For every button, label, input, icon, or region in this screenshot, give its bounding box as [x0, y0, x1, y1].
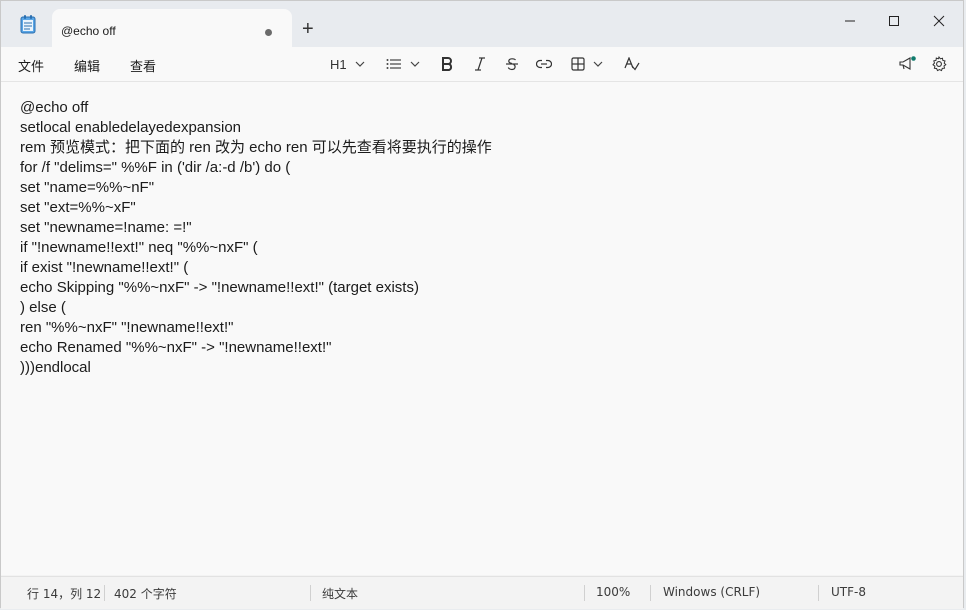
editor-content[interactable]: @echo off setlocal enabledelayedexpansio… — [20, 98, 492, 378]
minimize-button[interactable] — [827, 9, 873, 33]
chevron-down-icon — [410, 61, 420, 67]
editor-line: if "!newname!!ext!" neq "%%~nxF" ( — [20, 239, 258, 256]
gear-icon — [932, 56, 947, 72]
table-icon — [571, 57, 585, 71]
close-icon — [933, 15, 945, 27]
cursor-position: 行 14，列 12 — [27, 587, 102, 601]
tab-title: @echo off — [61, 24, 116, 38]
list-icon — [386, 59, 401, 69]
minimize-icon — [845, 20, 855, 22]
editor-line: )))endlocal — [20, 359, 91, 376]
notepad-window: @echo off + 文件 编辑 查看 H1 @echo off setloc… — [0, 0, 964, 609]
document-tab[interactable]: @echo off — [52, 9, 292, 47]
menu-view[interactable]: 查看 — [130, 56, 156, 75]
notepad-app-icon — [19, 14, 37, 34]
status-divider — [584, 585, 585, 601]
editor-line: ren "%%~nxF" "!newname!!ext!" — [20, 319, 234, 336]
text-editor[interactable]: @echo off setlocal enabledelayedexpansio… — [1, 82, 963, 575]
link-button[interactable] — [536, 53, 552, 75]
status-divider — [104, 585, 105, 601]
table-dropdown[interactable] — [571, 53, 603, 75]
link-icon — [536, 59, 552, 69]
maximize-icon — [889, 16, 899, 26]
editor-line: echo Renamed "%%~nxF" -> "!newname!!ext!… — [20, 339, 332, 356]
list-dropdown[interactable] — [386, 53, 420, 75]
status-divider — [818, 585, 819, 601]
new-tab-button[interactable]: + — [302, 19, 314, 39]
menu-toolbar: 文件 编辑 查看 H1 — [1, 47, 963, 82]
editor-line: set "newname=!name: =!" — [20, 219, 192, 236]
settings-button[interactable] — [931, 53, 947, 75]
megaphone-icon — [899, 56, 916, 70]
status-bar: 行 14，列 12 402 个字符 纯文本 100% Windows (CRLF… — [1, 576, 963, 609]
bold-button[interactable] — [441, 53, 453, 75]
unsaved-indicator-icon[interactable] — [265, 29, 272, 36]
spellcheck-button[interactable] — [624, 53, 640, 75]
zoom-level[interactable]: 100% — [596, 585, 630, 599]
editor-line: set "ext=%%~xF" — [20, 199, 136, 216]
editor-line: ) else ( — [20, 299, 66, 316]
line-ending[interactable]: Windows (CRLF) — [663, 585, 760, 599]
editor-line: for /f "delims=" %%F in ('dir /a:-d /b')… — [20, 159, 291, 176]
bold-icon — [442, 57, 453, 71]
menu-edit[interactable]: 编辑 — [74, 56, 100, 75]
title-bar[interactable]: @echo off + — [1, 1, 963, 47]
spellcheck-icon — [624, 57, 640, 71]
strikethrough-button[interactable] — [505, 53, 519, 75]
strikethrough-icon — [506, 58, 518, 71]
editor-line: rem 预览模式：把下面的 ren 改为 echo ren 可以先查看将要执行的… — [20, 139, 492, 156]
maximize-button[interactable] — [871, 9, 917, 33]
chevron-down-icon — [593, 61, 603, 67]
chevron-down-icon — [355, 61, 365, 67]
heading-dropdown[interactable]: H1 — [330, 53, 365, 75]
heading-label: H1 — [330, 56, 347, 72]
editor-line: @echo off — [20, 99, 89, 116]
character-count: 402 个字符 — [114, 587, 177, 601]
encoding[interactable]: UTF-8 — [831, 585, 866, 599]
close-button[interactable] — [916, 9, 962, 33]
editor-line: echo Skipping "%%~nxF" -> "!newname!!ext… — [20, 279, 419, 296]
editor-line: setlocal enabledelayedexpansion — [20, 119, 242, 136]
italic-button[interactable] — [474, 53, 486, 75]
status-divider — [310, 585, 311, 601]
italic-icon — [475, 57, 485, 71]
editor-line: if exist "!newname!!ext!" ( — [20, 259, 189, 276]
menu-file[interactable]: 文件 — [18, 56, 44, 75]
status-divider — [650, 585, 651, 601]
whats-new-button[interactable] — [898, 53, 916, 75]
text-format[interactable]: 纯文本 — [322, 585, 358, 602]
editor-line: set "name=%%~nF" — [20, 179, 155, 196]
